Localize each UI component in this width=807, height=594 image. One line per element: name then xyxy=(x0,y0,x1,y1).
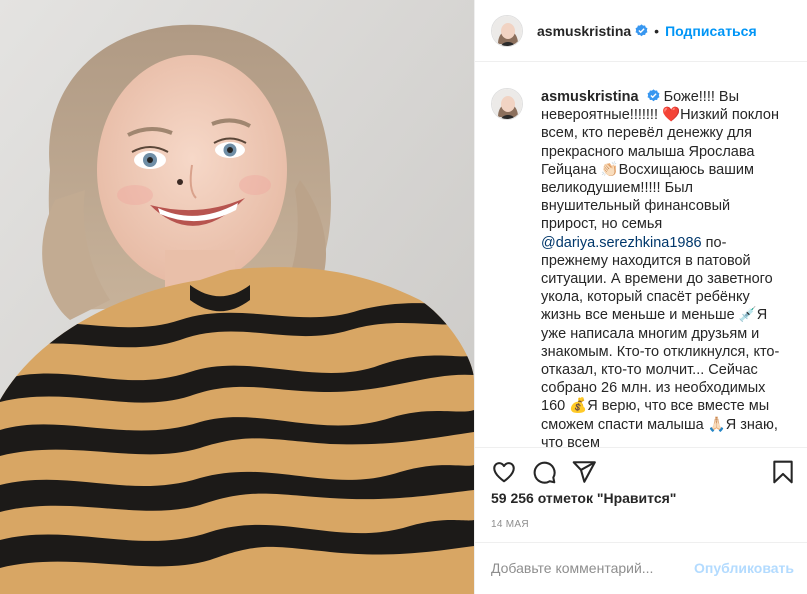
publish-button[interactable]: Опубликовать xyxy=(694,560,794,576)
comment-button[interactable] xyxy=(531,459,557,485)
post-header: asmuskristina • Подписаться xyxy=(475,0,807,62)
paper-plane-icon xyxy=(572,461,596,483)
caption-avatar[interactable] xyxy=(491,88,523,120)
likes-count[interactable]: 59 256 отметок "Нравится" xyxy=(491,490,676,506)
selfie-image xyxy=(0,0,474,594)
verified-badge-icon xyxy=(647,89,659,102)
post-side-panel: asmuskristina • Подписаться asmuskristin… xyxy=(474,0,807,594)
post-date[interactable]: 14 МАЯ xyxy=(491,519,529,530)
caption-username[interactable]: asmuskristina xyxy=(541,89,639,105)
action-bar xyxy=(475,447,807,495)
share-button[interactable] xyxy=(571,459,597,485)
caption-comment: asmuskristina Боже!!!! Вы невероятные!!!… xyxy=(491,88,792,447)
caption-body-end: по-прежнему находится в патовой ситуации… xyxy=(541,234,780,447)
comment-input[interactable] xyxy=(491,560,711,576)
bookmark-icon xyxy=(773,460,793,484)
instagram-post: asmuskristina • Подписаться asmuskristin… xyxy=(0,0,807,594)
save-button[interactable] xyxy=(770,459,796,485)
caption-text: asmuskristina Боже!!!! Вы невероятные!!!… xyxy=(541,88,789,447)
caption-body-start: Боже!!!! Вы невероятные!!!!!!! ❤️Низкий … xyxy=(541,89,779,233)
comments-scroll-area[interactable]: asmuskristina Боже!!!! Вы невероятные!!!… xyxy=(475,63,807,447)
mention-link[interactable]: @dariya.serezhkina1986 xyxy=(541,235,702,251)
add-comment-bar: Опубликовать xyxy=(475,542,807,594)
heart-outline-icon xyxy=(493,462,515,483)
post-photo[interactable] xyxy=(0,0,474,594)
post-author-username[interactable]: asmuskristina xyxy=(537,23,631,39)
avatar-image xyxy=(492,89,522,119)
verified-badge-icon xyxy=(635,24,648,37)
comment-bubble-icon xyxy=(533,461,556,484)
avatar[interactable] xyxy=(491,14,523,47)
like-button[interactable] xyxy=(491,459,517,485)
follow-button[interactable]: Подписаться xyxy=(665,23,757,39)
avatar-image xyxy=(492,15,522,46)
separator-dot: • xyxy=(654,22,660,39)
